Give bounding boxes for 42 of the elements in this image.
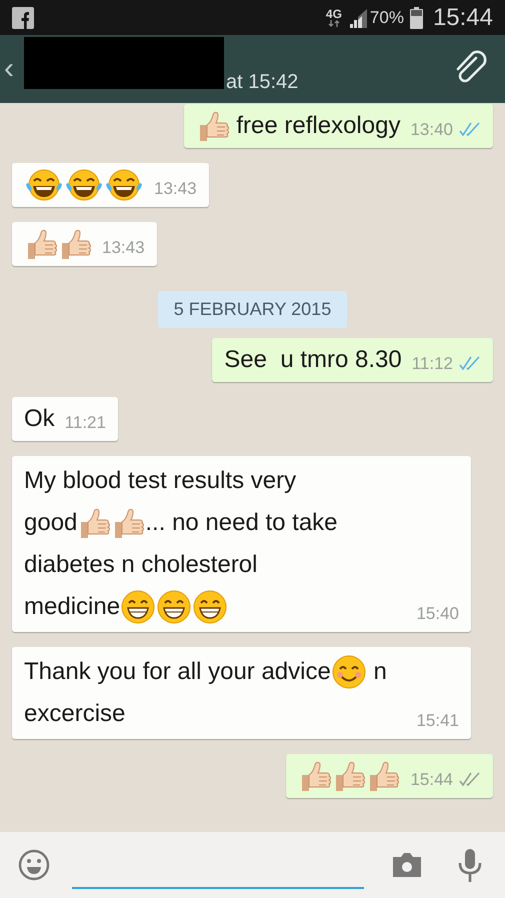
facebook-icon [12, 6, 34, 28]
message-text: n [372, 657, 387, 687]
battery-icon [410, 6, 423, 28]
message-text: See u tmro 8.30 [224, 345, 402, 375]
message-text: good [24, 508, 78, 538]
message-time: 13:43 [154, 178, 197, 200]
message-time: 13:43 [102, 236, 145, 258]
laughing-tears-face-icon [24, 168, 64, 202]
network-type: 4G [326, 8, 342, 20]
emoji-button[interactable] [18, 849, 50, 881]
message-time: 15:44 [410, 768, 453, 790]
smiley-icon [18, 849, 50, 881]
camera-icon [391, 851, 423, 879]
grinning-face-icon [156, 589, 192, 625]
microphone-button[interactable] [457, 847, 483, 883]
message-text: medicine [24, 592, 120, 622]
battery-percent: 70% [370, 6, 404, 29]
grinning-face-icon [192, 589, 228, 625]
message-text: free reflexology [235, 111, 400, 141]
laughing-tears-face-icon [104, 168, 144, 202]
message-text: Thank you for all your advice [24, 657, 331, 687]
clock-time: 15:44 [432, 2, 493, 32]
message-time: 11:12 [412, 352, 453, 374]
message-time: 15:41 [416, 710, 459, 732]
message-time: 13:40 [410, 118, 453, 140]
message-time: 11:21 [64, 412, 106, 434]
smiling-face-icon [330, 654, 367, 690]
date-chip: 5 FEBRUARY 2015 [158, 291, 348, 328]
message-text: excercise [24, 699, 126, 729]
signal-icon [348, 8, 368, 28]
laughing-tears-face-icon [64, 168, 104, 202]
message-text: ... no need to take [145, 508, 338, 538]
message-text: My blood test results very [24, 466, 296, 496]
camera-button[interactable] [391, 851, 423, 879]
grinning-face-icon [120, 589, 156, 625]
last-seen-text: at 15:42 [226, 70, 298, 95]
message-text: diabetes n cholesterol [24, 550, 258, 580]
back-button[interactable]: ‹ [0, 54, 24, 84]
message-time: 15:40 [416, 602, 459, 624]
microphone-icon [457, 847, 483, 883]
message-text: Ok [24, 404, 55, 434]
data-arrows-icon [328, 20, 340, 27]
